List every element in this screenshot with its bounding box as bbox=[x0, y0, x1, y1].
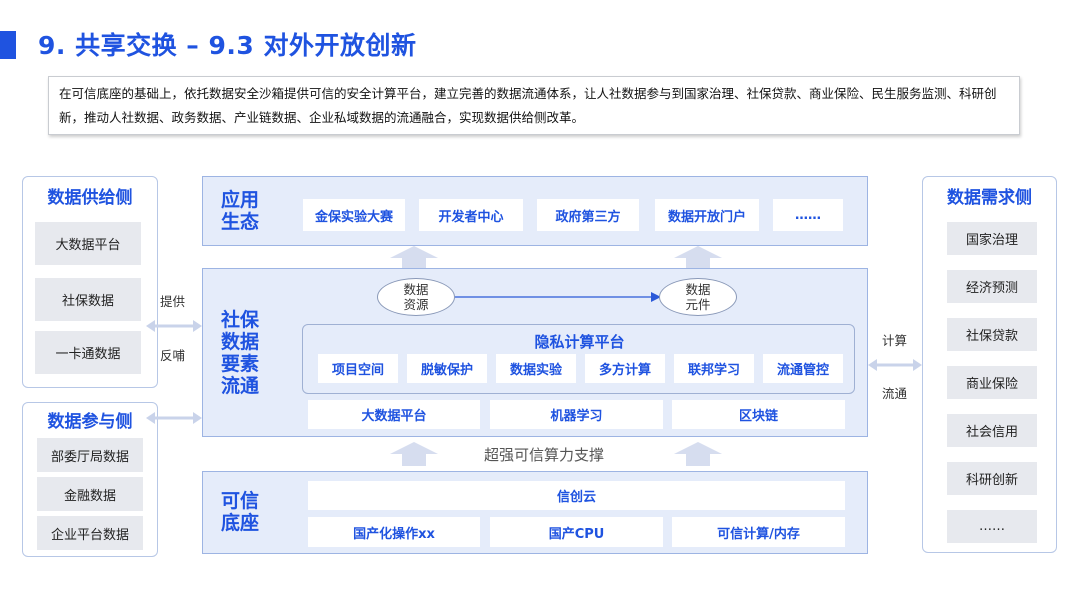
privacy-platform-title: 隐私计算平台 bbox=[534, 333, 625, 351]
data-resource-line: 资源 bbox=[403, 297, 429, 312]
privacy-item: 项目空间 bbox=[318, 354, 398, 383]
up-arrow-icon bbox=[674, 442, 722, 466]
core-title-line: 社保 bbox=[221, 309, 260, 331]
left-double-arrow-icon bbox=[146, 412, 202, 424]
trusted-base-layer: 可信 底座 信创云 国产化操作xx 国产CPU 可信计算/内存 bbox=[202, 471, 868, 554]
supply-side-title: 数据供给侧 bbox=[47, 188, 133, 208]
core-layer-title: 社保 数据 要素 流通 bbox=[221, 309, 259, 397]
core-bottom-item: 机器学习 bbox=[490, 400, 663, 429]
data-resource-line: 数据 bbox=[403, 282, 429, 297]
participate-item: 部委厅局数据 bbox=[37, 438, 143, 472]
intro-text-box: 在可信底座的基础上，依托数据安全沙箱提供可信的安全计算平台，建立完善的数据流通体… bbox=[48, 76, 1020, 135]
core-title-line: 流通 bbox=[221, 375, 260, 397]
provide-label: 提供 bbox=[160, 294, 186, 309]
base-item: 国产CPU bbox=[490, 517, 663, 547]
left-double-arrow-icon bbox=[146, 320, 202, 332]
base-item: 国产化操作xx bbox=[308, 517, 480, 547]
data-component-line: 元件 bbox=[685, 297, 711, 312]
app-item: 开发者中心 bbox=[419, 199, 523, 231]
app-title-line: 生态 bbox=[221, 211, 260, 233]
base-item: 可信计算/内存 bbox=[672, 517, 845, 547]
supply-side-panel: 数据供给侧 大数据平台 社保数据 一卡通数据 bbox=[22, 176, 158, 388]
privacy-item: 流通管控 bbox=[763, 354, 843, 383]
xinchuang-cloud-box: 信创云 bbox=[308, 481, 845, 510]
demand-item: 社会信用 bbox=[947, 414, 1037, 447]
data-circulation-layer: 社保 数据 要素 流通 数据 资源 数据 元件 隐私计算平台 项目空间 脱敏保护… bbox=[202, 268, 868, 437]
participate-item: 企业平台数据 bbox=[37, 516, 143, 550]
demand-item: 商业保险 bbox=[947, 366, 1037, 399]
demand-item: 社保贷款 bbox=[947, 318, 1037, 351]
app-layer-title: 应用 生态 bbox=[221, 189, 259, 233]
data-resource-node: 数据 资源 bbox=[377, 278, 455, 316]
participate-item: 金融数据 bbox=[37, 477, 143, 511]
privacy-computing-platform: 隐私计算平台 项目空间 脱敏保护 数据实验 多方计算 联邦学习 流通管控 bbox=[302, 324, 855, 394]
up-arrow-icon bbox=[390, 442, 438, 466]
privacy-item: 联邦学习 bbox=[674, 354, 754, 383]
core-bottom-item: 区块链 bbox=[672, 400, 845, 429]
core-title-line: 要素 bbox=[221, 353, 260, 375]
privacy-item: 脱敏保护 bbox=[407, 354, 487, 383]
app-item: 金保实验大赛 bbox=[303, 199, 405, 231]
app-item: …… bbox=[773, 199, 843, 231]
data-component-node: 数据 元件 bbox=[659, 278, 737, 316]
privacy-item: 数据实验 bbox=[496, 354, 576, 383]
demand-item: 国家治理 bbox=[947, 222, 1037, 255]
demand-side-panel: 数据需求侧 国家治理 经济预测 社保贷款 商业保险 社会信用 科研创新 …… bbox=[922, 176, 1057, 553]
core-title-line: 数据 bbox=[221, 331, 260, 353]
compute-support-label: 超强可信算力支撑 bbox=[484, 446, 605, 464]
demand-item: 经济预测 bbox=[947, 270, 1037, 303]
demand-item: 科研创新 bbox=[947, 462, 1037, 495]
title-accent-bar bbox=[0, 31, 16, 59]
supply-item: 一卡通数据 bbox=[35, 331, 141, 374]
circulate-label: 流通 bbox=[882, 386, 908, 401]
core-bottom-item: 大数据平台 bbox=[308, 400, 480, 429]
compute-label: 计算 bbox=[882, 333, 908, 348]
up-arrow-icon bbox=[390, 246, 438, 268]
supply-item: 大数据平台 bbox=[35, 222, 141, 265]
participate-side-panel: 数据参与侧 部委厅局数据 金融数据 企业平台数据 bbox=[22, 402, 158, 557]
demand-side-title: 数据需求侧 bbox=[947, 188, 1032, 208]
up-arrow-icon bbox=[674, 246, 722, 268]
right-double-arrow-icon bbox=[868, 359, 922, 371]
base-title-line: 底座 bbox=[221, 512, 260, 534]
participate-side-title: 数据参与侧 bbox=[47, 412, 133, 432]
app-item: 数据开放门户 bbox=[655, 199, 759, 231]
privacy-item: 多方计算 bbox=[585, 354, 665, 383]
app-item: 政府第三方 bbox=[537, 199, 639, 231]
supply-item: 社保数据 bbox=[35, 278, 141, 321]
demand-item: …… bbox=[947, 510, 1037, 543]
page-title: 9. 共享交换 – 9.3 对外开放创新 bbox=[38, 31, 417, 60]
data-component-line: 数据 bbox=[685, 282, 711, 297]
feedback-label: 反哺 bbox=[160, 348, 186, 363]
app-title-line: 应用 bbox=[221, 189, 260, 211]
base-title-line: 可信 bbox=[221, 490, 260, 512]
base-layer-title: 可信 底座 bbox=[221, 490, 259, 534]
app-ecosystem-layer: 应用 生态 金保实验大赛 开发者中心 政府第三方 数据开放门户 …… bbox=[202, 176, 868, 246]
flow-arrow-icon bbox=[455, 292, 661, 302]
